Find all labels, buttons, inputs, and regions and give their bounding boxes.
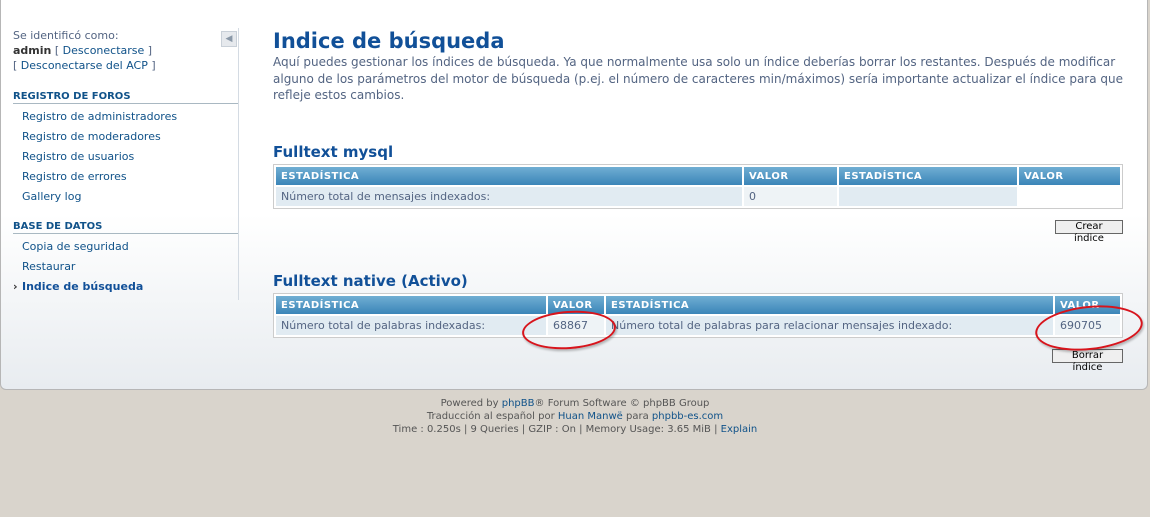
table-row: Número total de palabras indexadas: 6886… [276, 316, 1120, 335]
sidebar-item-indice-busqueda[interactable]: › Indice de búsqueda [13, 277, 238, 297]
powered-by-line: Powered by phpBB® Forum Software © phpBB… [440, 398, 710, 409]
phpbb-es-link[interactable]: phpbb-es.com [652, 411, 723, 422]
debug-line: Time : 0.250s | 9 Queries | GZIP : On | … [392, 424, 758, 435]
create-index-button[interactable]: Crear índice [1055, 220, 1123, 244]
stat-label: Número total de palabras indexadas: [276, 316, 546, 335]
col-header-valor: VALOR [1019, 167, 1120, 185]
translator-link[interactable]: Huan Manwë [558, 411, 623, 422]
stat-label: Número total de mensajes indexados: [276, 187, 742, 206]
sidebar-item-registro-moderadores[interactable]: Registro de moderadores [13, 127, 238, 147]
col-header-estadistica: ESTADÍSTICA [276, 296, 546, 314]
stat-value [1019, 187, 1120, 206]
username: admin [13, 44, 52, 57]
col-header-estadistica: ESTADÍSTICA [606, 296, 1053, 314]
section-title-native: Fulltext native (Activo) [273, 272, 468, 290]
stat-label [839, 187, 1017, 206]
menu-section-base-de-datos: BASE DE DATOS [13, 221, 238, 234]
collapse-menu-icon[interactable]: ◀ [221, 31, 237, 47]
page-intro: Aquí puedes gestionar los índices de bús… [273, 55, 1124, 102]
mysql-stats-table: ESTADÍSTICA VALOR ESTADÍSTICA VALOR Núme… [273, 164, 1123, 209]
col-header-estadistica: ESTADÍSTICA [276, 167, 742, 185]
login-status: admin [ Desconectarse ] [13, 44, 153, 57]
sidebar-item-gallery-log[interactable]: Gallery log [13, 187, 238, 207]
explain-link[interactable]: Explain [721, 424, 758, 435]
sidebar-item-registro-errores[interactable]: Registro de errores [13, 167, 238, 187]
logout-link[interactable]: Desconectarse [63, 44, 145, 57]
main-content: Indice de búsqueda Aquí puedes gestionar… [273, 28, 1124, 373]
active-bullet-icon: › [13, 280, 18, 293]
phpbb-link[interactable]: phpBB [502, 398, 535, 409]
stat-value: 0 [744, 187, 837, 206]
sidebar-divider [238, 28, 239, 300]
table-row: Número total de mensajes indexados: 0 [276, 187, 1120, 206]
translation-line: Traducción al español por Huan Manwë par… [426, 411, 724, 422]
col-header-valor: VALOR [744, 167, 837, 185]
sidebar: Se identificó como: admin [ Desconectars… [13, 28, 238, 297]
acp-logout-link[interactable]: Desconectarse del ACP [21, 59, 148, 72]
section-title-mysql: Fulltext mysql [273, 143, 394, 161]
login-label: Se identificó como: [13, 29, 119, 42]
col-header-estadistica: ESTADÍSTICA [839, 167, 1017, 185]
native-stats-table: ESTADÍSTICA VALOR ESTADÍSTICA VALOR Núme… [273, 293, 1123, 338]
menu-section-registro-de-foros: REGISTRO DE FOROS [13, 91, 238, 104]
footer: Powered by phpBB® Forum Software © phpBB… [0, 397, 1150, 436]
stat-label: Número total de palabras para relacionar… [606, 316, 1053, 335]
sidebar-item-copia-seguridad[interactable]: Copia de seguridad [13, 237, 238, 257]
sidebar-item-restaurar[interactable]: Restaurar [13, 257, 238, 277]
sidebar-item-label: Indice de búsqueda [22, 280, 144, 293]
page-title: Indice de búsqueda [273, 29, 505, 53]
acp-panel: Se identificó como: admin [ Desconectars… [0, 0, 1148, 390]
acp-logout-line: [ Desconectarse del ACP ] [13, 59, 156, 72]
sidebar-item-registro-administradores[interactable]: Registro de administradores [13, 107, 238, 127]
sidebar-item-registro-usuarios[interactable]: Registro de usuarios [13, 147, 238, 167]
delete-index-button[interactable]: Borrar índice [1052, 349, 1123, 373]
